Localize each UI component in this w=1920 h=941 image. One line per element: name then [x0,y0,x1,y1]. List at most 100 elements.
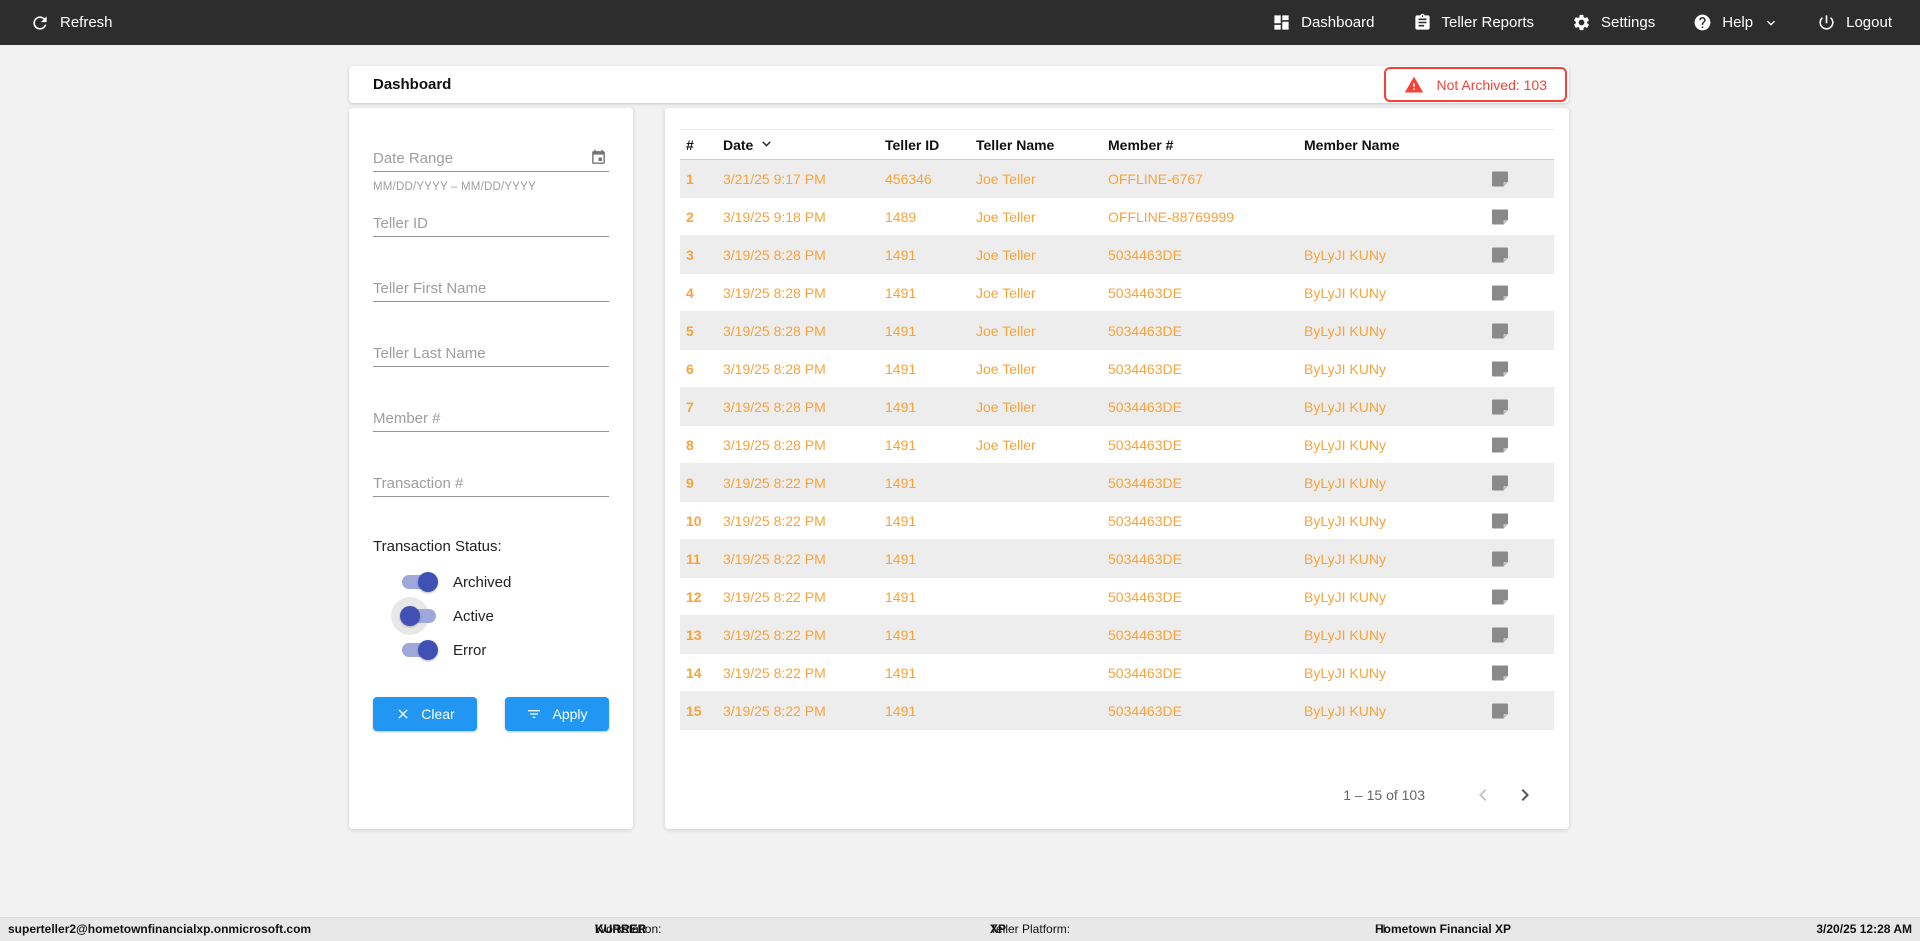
date-range-label: Date Range [373,150,454,167]
warning-icon [1404,75,1424,95]
nav-item-logout[interactable]: Logout [1817,13,1892,32]
note-icon[interactable] [1488,283,1554,303]
cell-index: 2 [686,208,694,225]
filter-field-teller-last-name[interactable]: Teller Last Name [373,343,609,367]
previous-page-button[interactable] [1471,783,1495,807]
nav-item-help[interactable]: Help [1693,13,1779,32]
table-row[interactable]: 5 3/19/25 8:28 PM 1491 Joe Teller 5034463DE B… [680,312,1554,350]
table-row[interactable]: 4 3/19/25 8:28 PM 1491 Joe Teller 5034463DE B… [680,274,1554,312]
date-range-field[interactable]: Date Range MM/DD/YYYY – MM/DD/YYYY [373,148,609,193]
note-icon[interactable] [1488,625,1554,645]
field-label: Member # [373,410,441,427]
cell-teller-id: 1491 [885,246,917,263]
toggle-switch[interactable] [391,597,438,635]
cell-teller-name: Joe Teller [976,208,1036,225]
note-icon[interactable] [1488,663,1554,683]
toggle-switch[interactable] [400,572,438,592]
table-row[interactable]: 15 3/19/25 8:22 PM 1491 5034463DE ByLyJI KUN… [680,692,1554,730]
cell-teller-name: Joe Teller [976,284,1036,301]
note-icon[interactable] [1488,359,1554,379]
cell-teller-id: 1491 [885,588,917,605]
status-toggle-error[interactable]: Error [373,633,609,667]
cell-index: 3 [686,246,694,263]
note-icon[interactable] [1488,245,1554,265]
column-header-member-name[interactable]: Member Name [1304,137,1488,153]
table-row[interactable]: 13 3/19/25 8:22 PM 1491 5034463DE ByLyJI KUN… [680,616,1554,654]
table-row[interactable]: 12 3/19/25 8:22 PM 1491 5034463DE ByLyJI KUN… [680,578,1554,616]
filter-field-teller-id[interactable]: Teller ID [373,213,609,237]
cell-member-number: OFFLINE-6767 [1108,170,1203,187]
apply-button[interactable]: Apply [505,697,609,731]
cell-member-number: 5034463DE [1108,284,1182,301]
column-header-date[interactable]: Date [723,136,885,153]
cell-member-name: ByLyJI KUNy [1304,664,1386,681]
field-label: Teller Last Name [373,345,486,362]
clear-button[interactable]: Clear [373,697,477,731]
apply-label: Apply [552,706,588,722]
table-row[interactable]: 2 3/19/25 9:18 PM 1489 Joe Teller OFFLINE-88… [680,198,1554,236]
cell-teller-name: Joe Teller [976,398,1036,415]
table-row[interactable]: 14 3/19/25 8:22 PM 1491 5034463DE ByLyJI KUN… [680,654,1554,692]
next-page-button[interactable] [1513,783,1537,807]
note-icon[interactable] [1488,473,1554,493]
cell-date: 3/19/25 8:22 PM [723,664,826,681]
note-icon[interactable] [1488,587,1554,607]
note-icon[interactable] [1488,549,1554,569]
dashboard-icon [1272,13,1291,32]
logged-in-user: superteller2@hometownfinancialxp.onmicro… [8,922,312,936]
refresh-button[interactable]: Refresh [30,13,113,33]
cell-member-name: ByLyJI KUNy [1304,398,1386,415]
cell-member-number: 5034463DE [1108,702,1182,719]
nav-item-settings[interactable]: Settings [1572,13,1655,32]
cell-index: 11 [686,550,701,567]
column-header-member-number[interactable]: Member # [1108,137,1304,153]
table-row[interactable]: 1 3/21/25 9:17 PM 456346 Joe Teller OFFLINE-… [680,160,1554,198]
column-header-index[interactable]: # [680,137,723,153]
cell-teller-id: 1491 [885,284,917,301]
nav-label: Dashboard [1301,14,1375,31]
table-row[interactable]: 7 3/19/25 8:28 PM 1491 Joe Teller 5034463DE B… [680,388,1554,426]
nav-item-dashboard[interactable]: Dashboard [1272,13,1375,32]
calendar-icon[interactable] [590,149,607,166]
gear-icon [1572,13,1591,32]
table-row[interactable]: 6 3/19/25 8:28 PM 1491 Joe Teller 5034463DE B… [680,350,1554,388]
cell-teller-id: 1491 [885,360,917,377]
table-row[interactable]: 11 3/19/25 8:22 PM 1491 5034463DE ByLyJI KUN… [680,540,1554,578]
column-header-teller-id[interactable]: Teller ID [885,137,976,153]
note-icon[interactable] [1488,321,1554,341]
cell-teller-id: 1491 [885,702,917,719]
table-row[interactable]: 8 3/19/25 8:28 PM 1491 Joe Teller 5034463DE B… [680,426,1554,464]
note-icon[interactable] [1488,511,1554,531]
cell-member-number: 5034463DE [1108,588,1182,605]
cell-index: 9 [686,474,694,491]
filter-icon [526,706,542,722]
status-toggle-archived[interactable]: Archived [373,565,609,599]
note-icon[interactable] [1488,701,1554,721]
column-header-teller-name[interactable]: Teller Name [976,137,1108,153]
table-row[interactable]: 3 3/19/25 8:28 PM 1491 Joe Teller 5034463DE B… [680,236,1554,274]
toggle-switch[interactable] [400,640,438,660]
pagination: 1 – 15 of 103 [1343,783,1537,807]
cell-index: 1 [686,170,694,187]
cell-teller-name: Joe Teller [976,436,1036,453]
table-row[interactable]: 9 3/19/25 8:22 PM 1491 5034463DE ByLyJI KUNy [680,464,1554,502]
table-row[interactable]: 10 3/19/25 8:22 PM 1491 5034463DE ByLyJI KUN… [680,502,1554,540]
note-icon[interactable] [1488,397,1554,417]
nav-item-teller-reports[interactable]: Teller Reports [1413,13,1535,32]
toggle-label: Archived [453,573,512,591]
filter-field-transaction[interactable]: Transaction # [373,473,609,497]
cell-teller-id: 1491 [885,322,917,339]
note-icon[interactable] [1488,207,1554,227]
filter-field-teller-first-name[interactable]: Teller First Name [373,278,609,302]
cell-index: 15 [686,702,702,719]
nav-label: Teller Reports [1441,14,1535,31]
note-icon[interactable] [1488,169,1554,189]
cell-member-number: 5034463DE [1108,398,1182,415]
cell-member-number: 5034463DE [1108,246,1182,263]
filter-field-member[interactable]: Member # [373,408,609,432]
transactions-table-card: # Date Teller ID Teller Name Member # Me… [665,108,1569,829]
cell-member-name: ByLyJI KUNy [1304,284,1386,301]
note-icon[interactable] [1488,435,1554,455]
page-title: Dashboard [373,76,452,93]
status-toggle-active[interactable]: Active [373,597,609,635]
